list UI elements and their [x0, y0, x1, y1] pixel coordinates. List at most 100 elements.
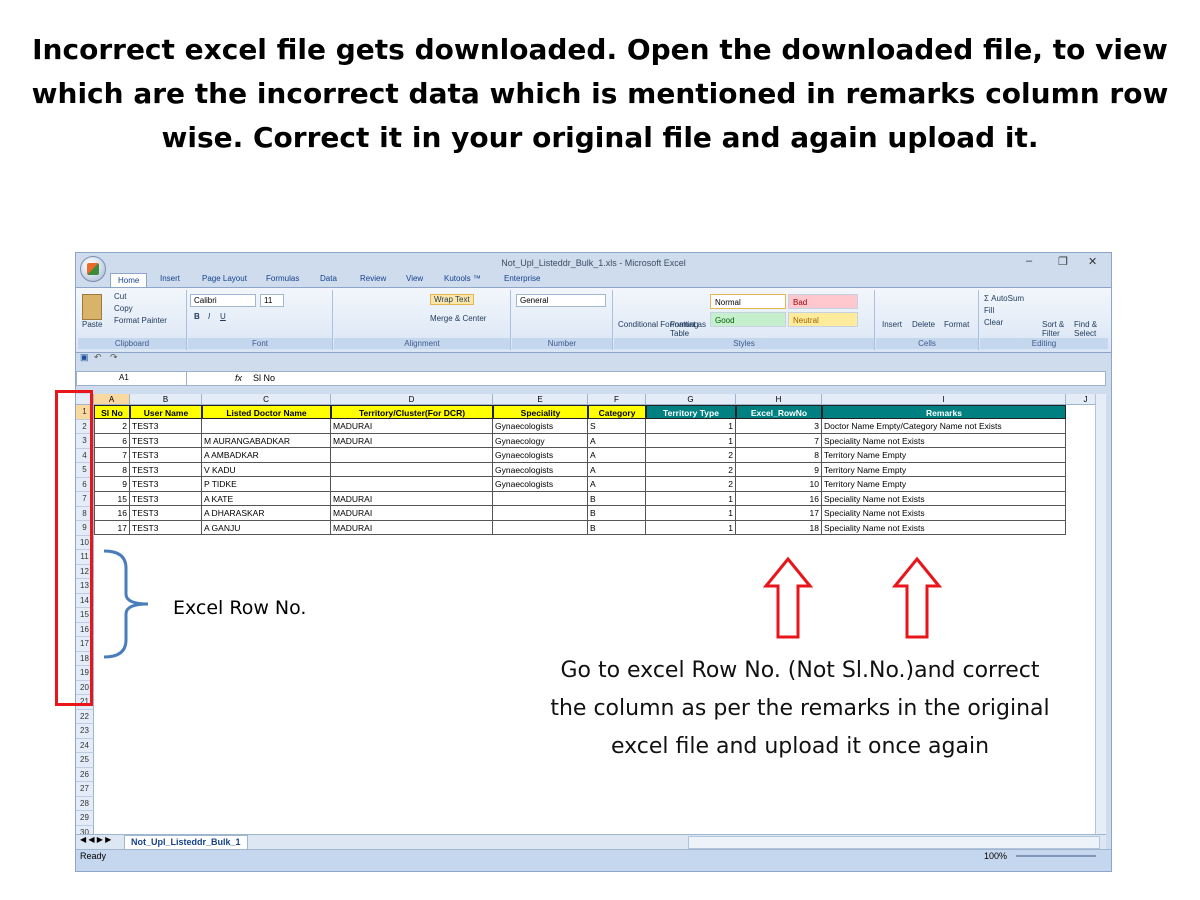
col-header-h[interactable]: H	[736, 394, 822, 405]
table-cell[interactable]: 2	[94, 419, 130, 434]
col-header-a[interactable]: A	[94, 394, 130, 405]
undo-icon[interactable]: ↶	[94, 352, 102, 363]
table-cell[interactable]: A GANJU	[202, 520, 331, 535]
table-cell[interactable]: 2	[646, 477, 736, 492]
fill-button[interactable]: Fill	[984, 306, 994, 315]
col-header-g[interactable]: G	[646, 394, 736, 405]
table-cell[interactable]: MADURAI	[331, 506, 493, 521]
row-header[interactable]: 30	[76, 825, 94, 834]
clear-button[interactable]: Clear	[984, 318, 1003, 327]
table-cell[interactable]: TEST3	[130, 433, 202, 448]
table-cell[interactable]: Territory Name Empty	[822, 462, 1066, 477]
col-header-e[interactable]: E	[493, 394, 588, 405]
tab-view[interactable]: View	[406, 274, 423, 283]
table-cell[interactable]: 3	[736, 419, 822, 434]
table-cell[interactable]: M AURANGABADKAR	[202, 433, 331, 448]
underline-button[interactable]: U	[220, 312, 226, 321]
tab-review[interactable]: Review	[360, 274, 386, 283]
wrap-text-button[interactable]: Wrap Text	[430, 294, 474, 305]
table-cell[interactable]	[331, 462, 493, 477]
maximize-button[interactable]: ❐	[1058, 255, 1068, 268]
row-header[interactable]: 22	[76, 709, 94, 724]
paste-button[interactable]: Paste	[82, 320, 102, 329]
table-cell[interactable]: TEST3	[130, 462, 202, 477]
table-cell[interactable]: 1	[646, 506, 736, 521]
table-cell[interactable]: Territory Name Empty	[822, 448, 1066, 463]
format-as-table-button[interactable]: Format as Table	[670, 320, 710, 338]
header-remarks[interactable]: Remarks	[822, 405, 1066, 419]
zoom-slider[interactable]	[1016, 855, 1096, 857]
table-cell[interactable]: TEST3	[130, 477, 202, 492]
sheet-nav-icon[interactable]: ◀ ◀ ▶ ▶	[80, 835, 111, 844]
table-cell[interactable]: 15	[94, 491, 130, 506]
header-speciality[interactable]: Speciality	[493, 405, 588, 419]
sheet-tab[interactable]: Not_Upl_Listeddr_Bulk_1	[124, 835, 248, 850]
table-cell[interactable]: Gynaecology	[493, 433, 588, 448]
row-header[interactable]: 29	[76, 811, 94, 826]
table-cell[interactable]: Gynaecologists	[493, 462, 588, 477]
table-cell[interactable]: 17	[94, 520, 130, 535]
tab-page-layout[interactable]: Page Layout	[202, 274, 247, 283]
format-cells-button[interactable]: Format	[944, 320, 969, 329]
table-cell[interactable]: A	[588, 477, 646, 492]
save-icon[interactable]: ▣	[80, 352, 89, 363]
zoom-level[interactable]: 100%	[984, 851, 1007, 861]
style-bad[interactable]: Bad	[788, 294, 858, 309]
table-cell[interactable]: 8	[736, 448, 822, 463]
col-header-b[interactable]: B	[130, 394, 202, 405]
table-cell[interactable]: Gynaecologists	[493, 448, 588, 463]
table-cell[interactable]: 7	[736, 433, 822, 448]
vertical-scrollbar[interactable]	[1095, 394, 1106, 834]
tab-home[interactable]: Home	[110, 273, 148, 288]
font-size-select[interactable]: 11	[260, 294, 284, 307]
table-cell[interactable]: Speciality Name not Exists	[822, 506, 1066, 521]
italic-button[interactable]: I	[208, 312, 210, 321]
tab-kutools[interactable]: Kutools ™	[444, 274, 481, 283]
table-cell[interactable]	[202, 419, 331, 434]
table-cell[interactable]	[493, 491, 588, 506]
table-cell[interactable]: Doctor Name Empty/Category Name not Exis…	[822, 419, 1066, 434]
table-cell[interactable]: TEST3	[130, 520, 202, 535]
table-cell[interactable]: 16	[94, 506, 130, 521]
table-cell[interactable]: 2	[646, 462, 736, 477]
table-cell[interactable]: A DHARASKAR	[202, 506, 331, 521]
table-cell[interactable]: S	[588, 419, 646, 434]
table-cell[interactable]: B	[588, 491, 646, 506]
table-cell[interactable]: 8	[94, 462, 130, 477]
col-header-c[interactable]: C	[202, 394, 331, 405]
table-cell[interactable]: 1	[646, 419, 736, 434]
font-name-select[interactable]: Calibri	[190, 294, 256, 307]
delete-cells-button[interactable]: Delete	[912, 320, 935, 329]
header-user-name[interactable]: User Name	[130, 405, 202, 419]
table-cell[interactable]: A	[588, 433, 646, 448]
table-cell[interactable]: 9	[736, 462, 822, 477]
formula-input[interactable]: Sl No	[253, 373, 275, 383]
autosum-button[interactable]: Σ AutoSum	[984, 294, 1024, 303]
table-cell[interactable]: B	[588, 506, 646, 521]
table-cell[interactable]: 1	[646, 491, 736, 506]
row-header[interactable]: 27	[76, 782, 94, 797]
tab-formulas[interactable]: Formulas	[266, 274, 299, 283]
tab-data[interactable]: Data	[320, 274, 337, 283]
table-cell[interactable]: A	[588, 448, 646, 463]
copy-button[interactable]: Copy	[114, 304, 133, 313]
row-header[interactable]: 26	[76, 767, 94, 782]
table-cell[interactable]: MADURAI	[331, 491, 493, 506]
bold-button[interactable]: B	[194, 312, 200, 321]
header-sl-no[interactable]: Sl No	[94, 405, 130, 419]
table-cell[interactable]: Gynaecologists	[493, 419, 588, 434]
table-cell[interactable]: 2	[646, 448, 736, 463]
table-cell[interactable]	[331, 477, 493, 492]
redo-icon[interactable]: ↷	[110, 352, 118, 363]
tab-insert[interactable]: Insert	[160, 274, 180, 283]
row-header[interactable]: 28	[76, 796, 94, 811]
table-cell[interactable]: P TIDKE	[202, 477, 331, 492]
close-button[interactable]: ✕	[1088, 255, 1097, 268]
table-cell[interactable]	[331, 448, 493, 463]
table-cell[interactable]: 18	[736, 520, 822, 535]
col-header-i[interactable]: I	[822, 394, 1066, 405]
cut-button[interactable]: Cut	[114, 292, 126, 301]
table-cell[interactable]: MADURAI	[331, 520, 493, 535]
table-cell[interactable]: B	[588, 520, 646, 535]
table-cell[interactable]: TEST3	[130, 491, 202, 506]
